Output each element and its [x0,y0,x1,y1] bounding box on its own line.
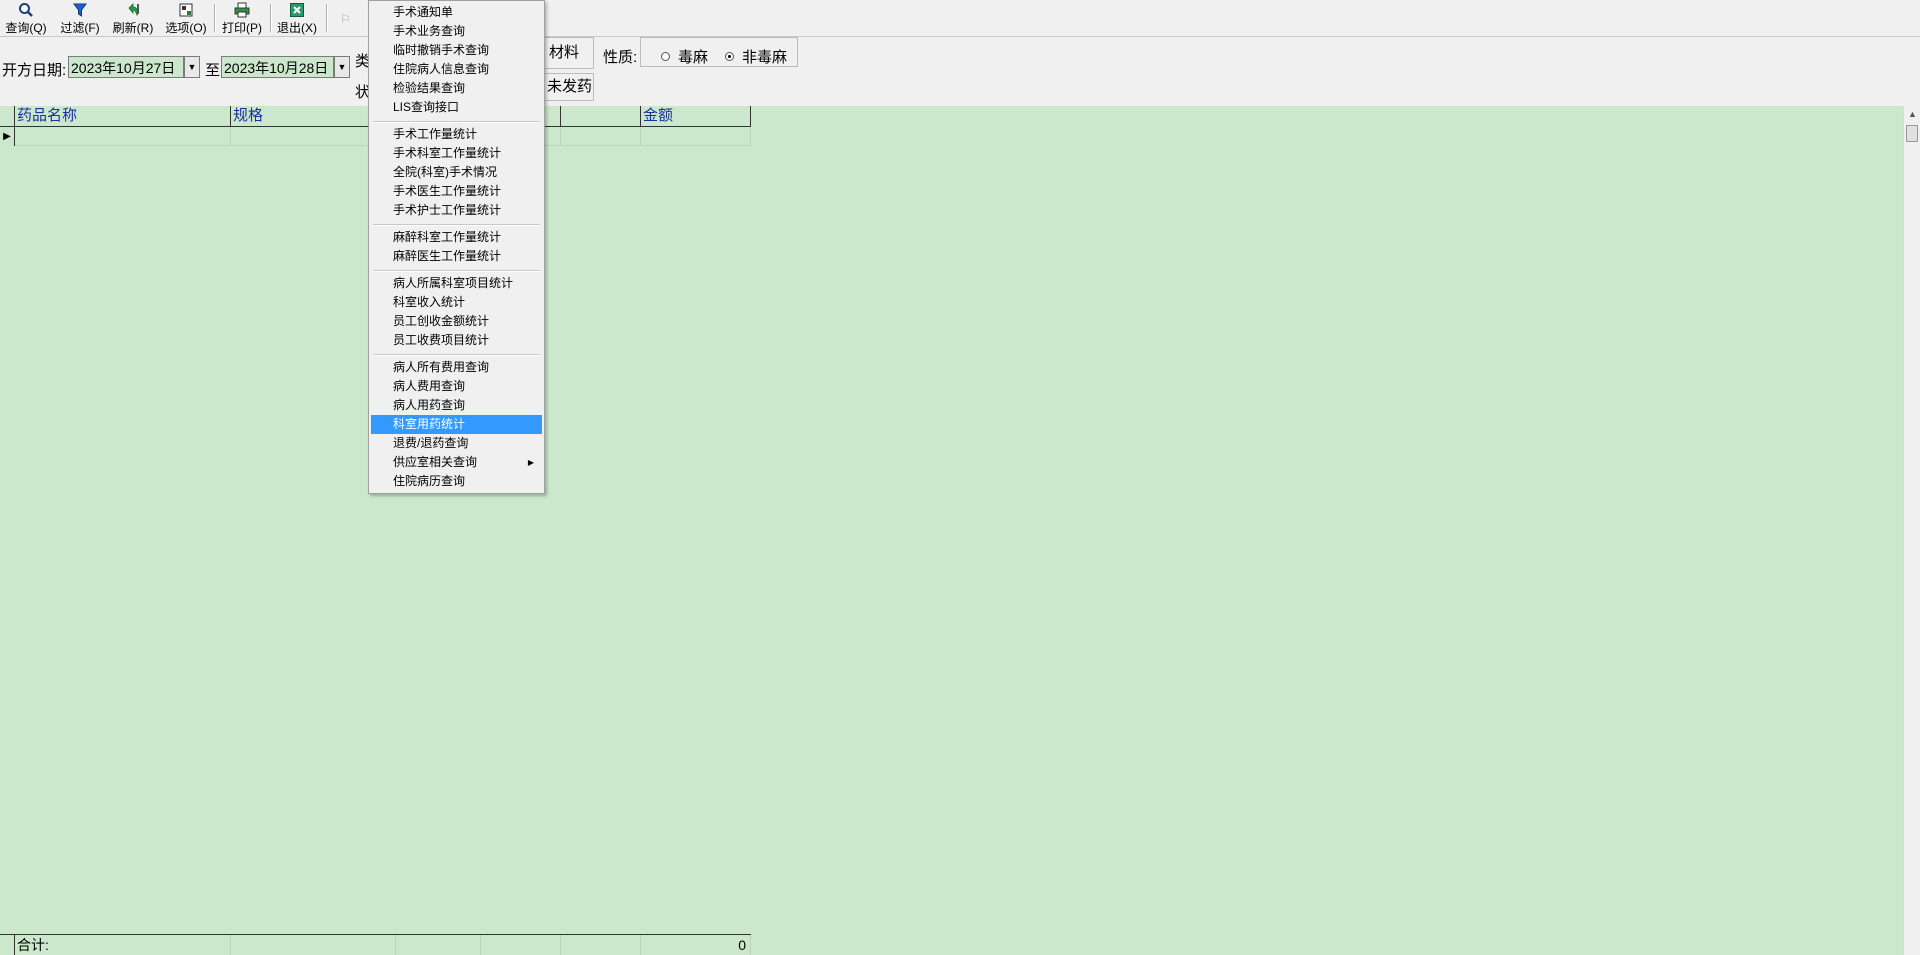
menu-separator [373,224,540,226]
date-to-dropdown[interactable]: ▼ [334,56,350,78]
menu-item[interactable]: 麻醉科室工作量统计 [371,228,542,247]
menu-separator [373,121,540,123]
date-from-field[interactable]: 2023年10月27日 [68,56,184,78]
footer-cell [396,935,481,955]
vertical-scrollbar[interactable]: ▲ [1903,106,1920,955]
material-option[interactable]: 材料 [540,37,594,69]
refresh-label: 刷新(R) [112,21,154,35]
menu-item[interactable]: 住院病历查询 [371,472,542,491]
query-label: 查询(Q) [5,21,47,35]
filter-icon [71,2,89,18]
exit-icon [288,2,306,18]
menu-item[interactable]: 病人费用查询 [371,377,542,396]
chevron-down-icon: ▼ [337,62,347,72]
submenu-arrow-icon: ▶ [527,458,534,467]
filter-label: 过滤(F) [60,21,100,35]
menu-item[interactable]: 退费/退药查询 [371,434,542,453]
refresh-icon [124,2,142,18]
popup-menu: 手术通知单 手术业务查询 临时撤销手术查询 住院病人信息查询 检验结果查询 LI… [368,0,545,494]
date-to-field[interactable]: 2023年10月28日 [221,56,334,78]
table-cell[interactable] [15,127,231,146]
radio-non-narcotic[interactable]: 非毒麻 [725,46,787,67]
menu-separator [373,270,540,272]
toolbar-separator [326,4,328,32]
to-label: 至 [205,62,221,79]
menu-item[interactable]: 检验结果查询 [371,79,542,98]
menu-item-selected[interactable]: 科室用药统计 [371,415,542,434]
column-header-amount[interactable]: 金额 [641,106,751,126]
toolbar-separator [270,4,272,32]
menu-item[interactable]: 病人用药查询 [371,396,542,415]
menu-item[interactable]: 手术医生工作量统计 [371,182,542,201]
radio-non-narcotic-label: 非毒麻 [742,49,788,66]
grid-corner [0,106,15,126]
menu-item[interactable]: 科室收入统计 [371,293,542,312]
options-icon [177,2,195,18]
status-not-dispensed[interactable]: 未发药 [540,73,594,101]
printer-icon [233,2,251,18]
print-label: 打印(P) [222,21,262,35]
date-label: 开方日期: [2,62,67,79]
grid-footer: 合计: 0 [0,934,751,955]
toolbar-separator [214,4,216,32]
footer-total-label: 合计: [15,935,231,955]
column-header-drug-name[interactable]: 药品名称 [15,106,231,126]
toolbar: 查询(Q) 过滤(F) 刷新(R) 选项(O) 打印(P) 退出(X) ⚐ [0,0,1920,37]
radio-narcotic[interactable]: 毒麻 [661,46,708,67]
menu-item[interactable]: 全院(科室)手术情况 [371,163,542,182]
menu-item[interactable]: 手术科室工作量统计 [371,144,542,163]
menu-item[interactable]: 手术护士工作量统计 [371,201,542,220]
nature-label: 性质: [603,49,638,66]
radio-circle [661,52,670,61]
menu-item[interactable]: 住院病人信息查询 [371,60,542,79]
date-from-dropdown[interactable]: ▼ [184,56,200,78]
menu-item[interactable]: 病人所有费用查询 [371,358,542,377]
data-grid: 药品名称 规格 金额 ▶ 合计: 0 [0,106,1903,955]
refresh-button[interactable]: 刷新(R) [109,2,157,35]
footer-corner [0,935,15,955]
exit-button[interactable]: 退出(X) [273,2,321,35]
flag-icon: ⚐ [340,12,351,26]
query-button[interactable]: 查询(Q) [4,2,48,35]
scroll-thumb[interactable] [1906,125,1918,142]
row-indicator-icon: ▶ [0,127,15,146]
magnifier-icon [17,2,35,18]
filter-panel: 开方日期: 2023年10月27日 ▼ 至 2023年10月28日 ▼ 类 状 … [0,37,1920,105]
table-cell[interactable] [641,127,751,146]
menu-item[interactable]: LIS查询接口 [371,98,542,117]
chevron-down-icon: ▼ [187,62,197,72]
options-button[interactable]: 选项(O) [162,2,210,35]
menu-item[interactable]: 手术通知单 [371,3,542,22]
options-label: 选项(O) [165,21,207,35]
menu-item[interactable]: 麻醉医生工作量统计 [371,247,542,266]
menu-separator [373,354,540,356]
scroll-up-icon[interactable]: ▲ [1908,109,1917,119]
menu-item[interactable]: 病人所属科室项目统计 [371,274,542,293]
menu-item[interactable]: 手术业务查询 [371,22,542,41]
menu-item[interactable]: 手术工作量统计 [371,125,542,144]
filter-button[interactable]: 过滤(F) [56,2,104,35]
nature-group: 毒麻 非毒麻 [640,37,798,67]
menu-item[interactable]: 临时撤销手术查询 [371,41,542,60]
menu-item-submenu[interactable]: 供应室相关查询 ▶ [371,453,542,472]
print-button[interactable]: 打印(P) [218,2,266,35]
menu-item-label: 供应室相关查询 [393,455,478,469]
footer-amount: 0 [641,935,751,955]
column-header[interactable] [561,106,641,126]
footer-cell [561,935,641,955]
radio-narcotic-label: 毒麻 [678,49,709,66]
menu-item[interactable]: 员工收费项目统计 [371,331,542,350]
footer-cell [481,935,561,955]
menu-item[interactable]: 员工创收金额统计 [371,312,542,331]
table-cell[interactable] [561,127,641,146]
radio-circle-checked [725,52,734,61]
exit-label: 退出(X) [277,21,317,35]
footer-cell [231,935,396,955]
